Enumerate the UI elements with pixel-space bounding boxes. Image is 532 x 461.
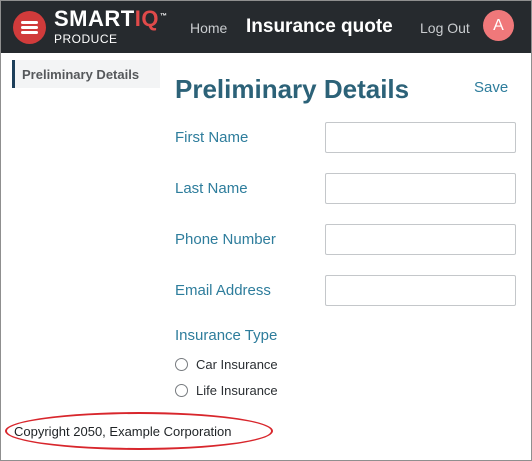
last-name-label: Last Name: [175, 180, 248, 197]
brand-logo: SMARTIQ™: [54, 8, 167, 30]
phone-number-label: Phone Number: [175, 231, 276, 248]
email-address-label: Email Address: [175, 282, 271, 299]
home-link[interactable]: Home: [190, 20, 227, 36]
insurance-type-label: Insurance Type: [175, 327, 278, 344]
logo-subtitle: PRODUCE: [54, 32, 118, 46]
logout-link[interactable]: Log Out: [420, 20, 470, 36]
sidebar-item-preliminary-details[interactable]: Preliminary Details: [12, 60, 160, 88]
top-navigation-bar: SMARTIQ™ PRODUCE Home Insurance quote Lo…: [1, 1, 531, 53]
highlight-ellipse: [5, 412, 273, 450]
logo-text: SMART: [54, 6, 135, 31]
user-avatar[interactable]: A: [483, 10, 514, 41]
phone-number-field[interactable]: [325, 224, 516, 255]
last-name-field[interactable]: [325, 173, 516, 204]
sidebar-item-label: Preliminary Details: [22, 67, 140, 82]
page-name: Insurance quote: [246, 16, 393, 37]
save-button[interactable]: Save: [474, 79, 508, 96]
car-insurance-radio[interactable]: [175, 358, 188, 371]
first-name-label: First Name: [175, 129, 249, 146]
car-insurance-label: Car Insurance: [196, 357, 278, 372]
logo-text-accent: IQ: [134, 6, 159, 31]
menu-icon[interactable]: [13, 11, 46, 44]
life-insurance-label: Life Insurance: [196, 383, 278, 398]
logo-trademark: ™: [159, 13, 168, 20]
email-address-field[interactable]: [325, 275, 516, 306]
life-insurance-radio[interactable]: [175, 384, 188, 397]
page-title: Preliminary Details: [175, 74, 410, 104]
first-name-field[interactable]: [325, 122, 516, 153]
